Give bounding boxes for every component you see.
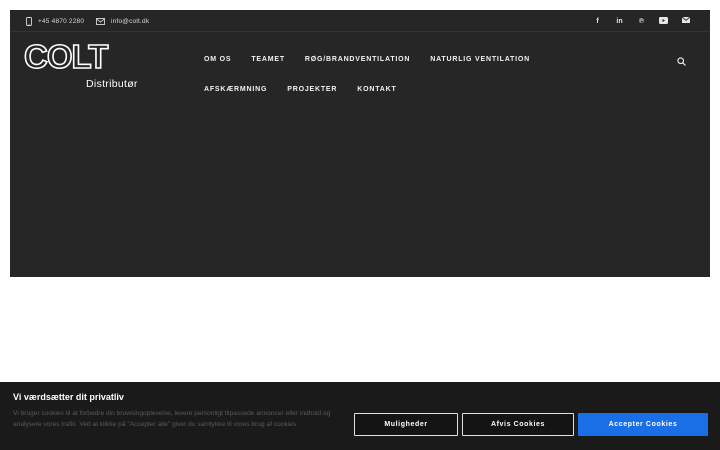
- mail-icon[interactable]: [681, 16, 690, 25]
- youtube-icon[interactable]: [659, 16, 668, 26]
- logo-subtitle: Distributør: [86, 78, 138, 90]
- cookie-consent-banner: Vi værdsætter dit privatliv Vi bruger co…: [0, 382, 720, 450]
- search-icon: [677, 57, 686, 66]
- linkedin-icon[interactable]: in: [615, 18, 624, 25]
- nav-item-afskaermning[interactable]: AFSKÆRMNING: [204, 86, 267, 93]
- consent-title: Vi værdsætter dit privatliv: [13, 392, 124, 402]
- nav-item-kontakt[interactable]: KONTAKT: [357, 86, 396, 93]
- options-button[interactable]: Muligheder: [354, 413, 458, 436]
- nav-item-brandventilation[interactable]: RØG/BRANDVENTILATION: [305, 56, 410, 63]
- phone-number: +45 4870 2280: [38, 17, 85, 25]
- nav-item-om-os[interactable]: OM OS: [204, 56, 231, 63]
- svg-text:COLT: COLT: [24, 40, 108, 74]
- site-logo[interactable]: COLT Distributør: [23, 37, 137, 92]
- nav-item-projekter[interactable]: PROJEKTER: [287, 86, 337, 93]
- colt-logo-icon: COLT: [23, 37, 110, 76]
- facebook-icon[interactable]: f: [593, 18, 602, 25]
- accept-cookies-button[interactable]: Accepter Cookies: [578, 413, 708, 436]
- phone-icon: [26, 16, 32, 26]
- pinterest-icon[interactable]: ℗: [637, 18, 646, 25]
- consent-text: Vi bruger cookies til at forbedre din br…: [13, 410, 331, 428]
- main-navigation: OM OS TEAMET RØG/BRANDVENTILATION NATURL…: [204, 44, 664, 104]
- top-bar: +45 4870 2280 info@colt.dk f in ℗: [10, 10, 710, 32]
- nav-item-naturlig-ventilation[interactable]: NATURLIG VENTILATION: [430, 56, 530, 63]
- search-button[interactable]: [677, 53, 686, 71]
- phone-link[interactable]: +45 4870 2280: [26, 10, 84, 32]
- reject-cookies-button[interactable]: Afvis Cookies: [462, 413, 574, 436]
- email-link[interactable]: info@colt.dk: [96, 10, 149, 32]
- envelope-icon: [96, 17, 105, 25]
- email-address: info@colt.dk: [111, 17, 150, 25]
- nav-item-teamet[interactable]: TEAMET: [251, 56, 285, 63]
- social-links: f in ℗: [593, 10, 690, 32]
- site-header: +45 4870 2280 info@colt.dk f in ℗ COLT D…: [10, 10, 710, 277]
